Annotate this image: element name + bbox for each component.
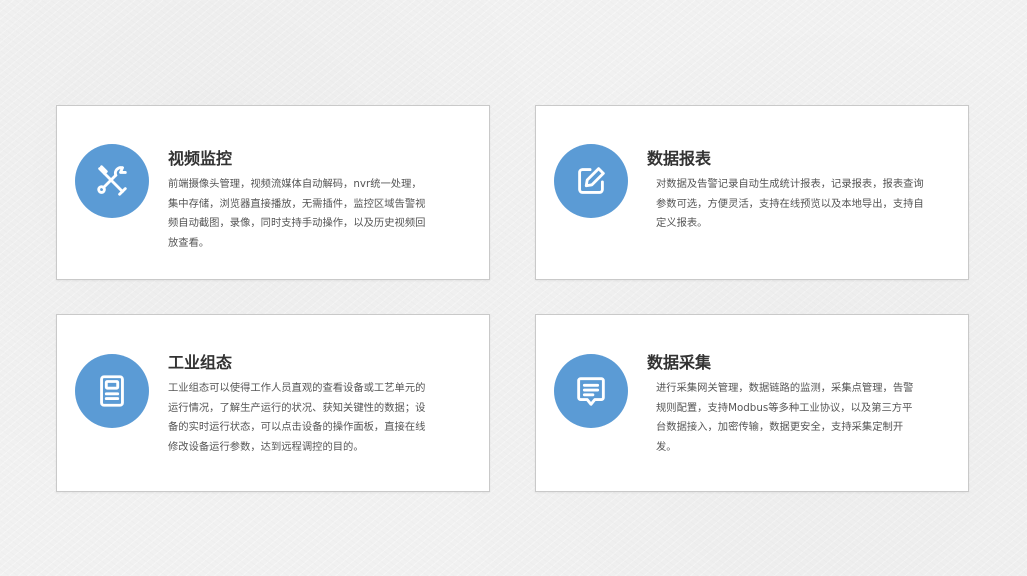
industrial-configuration-card: 工业组态 工业组态可以使得工作人员直观的查看设备或工艺单元的运行情况，了解生产运… bbox=[56, 314, 490, 492]
card-title: 数据采集 bbox=[647, 353, 712, 372]
card-description: 前端摄像头管理，视频流媒体自动解码，nvr统一处理，集中存储，浏览器直接播放，无… bbox=[168, 178, 426, 249]
document-icon bbox=[75, 354, 149, 428]
edit-icon bbox=[554, 144, 628, 218]
card-description: 工业组态可以使得工作人员直观的查看设备或工艺单元的运行情况，了解生产运行的状况、… bbox=[168, 382, 426, 453]
card-title: 视频监控 bbox=[168, 149, 233, 168]
card-title: 数据报表 bbox=[647, 149, 712, 168]
data-collection-card: 数据采集 进行采集网关管理，数据链路的监测，采集点管理，告警规则配置，支持Mod… bbox=[535, 314, 969, 492]
card-description: 进行采集网关管理，数据链路的监测，采集点管理，告警规则配置，支持Modbus等多… bbox=[656, 382, 914, 453]
card-title: 工业组态 bbox=[168, 353, 233, 372]
message-icon bbox=[554, 354, 628, 428]
tools-icon bbox=[75, 144, 149, 218]
data-report-card: 数据报表 对数据及告警记录自动生成统计报表，记录报表，报表查询参数可选，方便灵活… bbox=[535, 105, 969, 280]
video-monitoring-card: 视频监控 前端摄像头管理，视频流媒体自动解码，nvr统一处理，集中存储，浏览器直… bbox=[56, 105, 490, 280]
card-description: 对数据及告警记录自动生成统计报表，记录报表，报表查询参数可选，方便灵活，支持在线… bbox=[656, 178, 924, 230]
